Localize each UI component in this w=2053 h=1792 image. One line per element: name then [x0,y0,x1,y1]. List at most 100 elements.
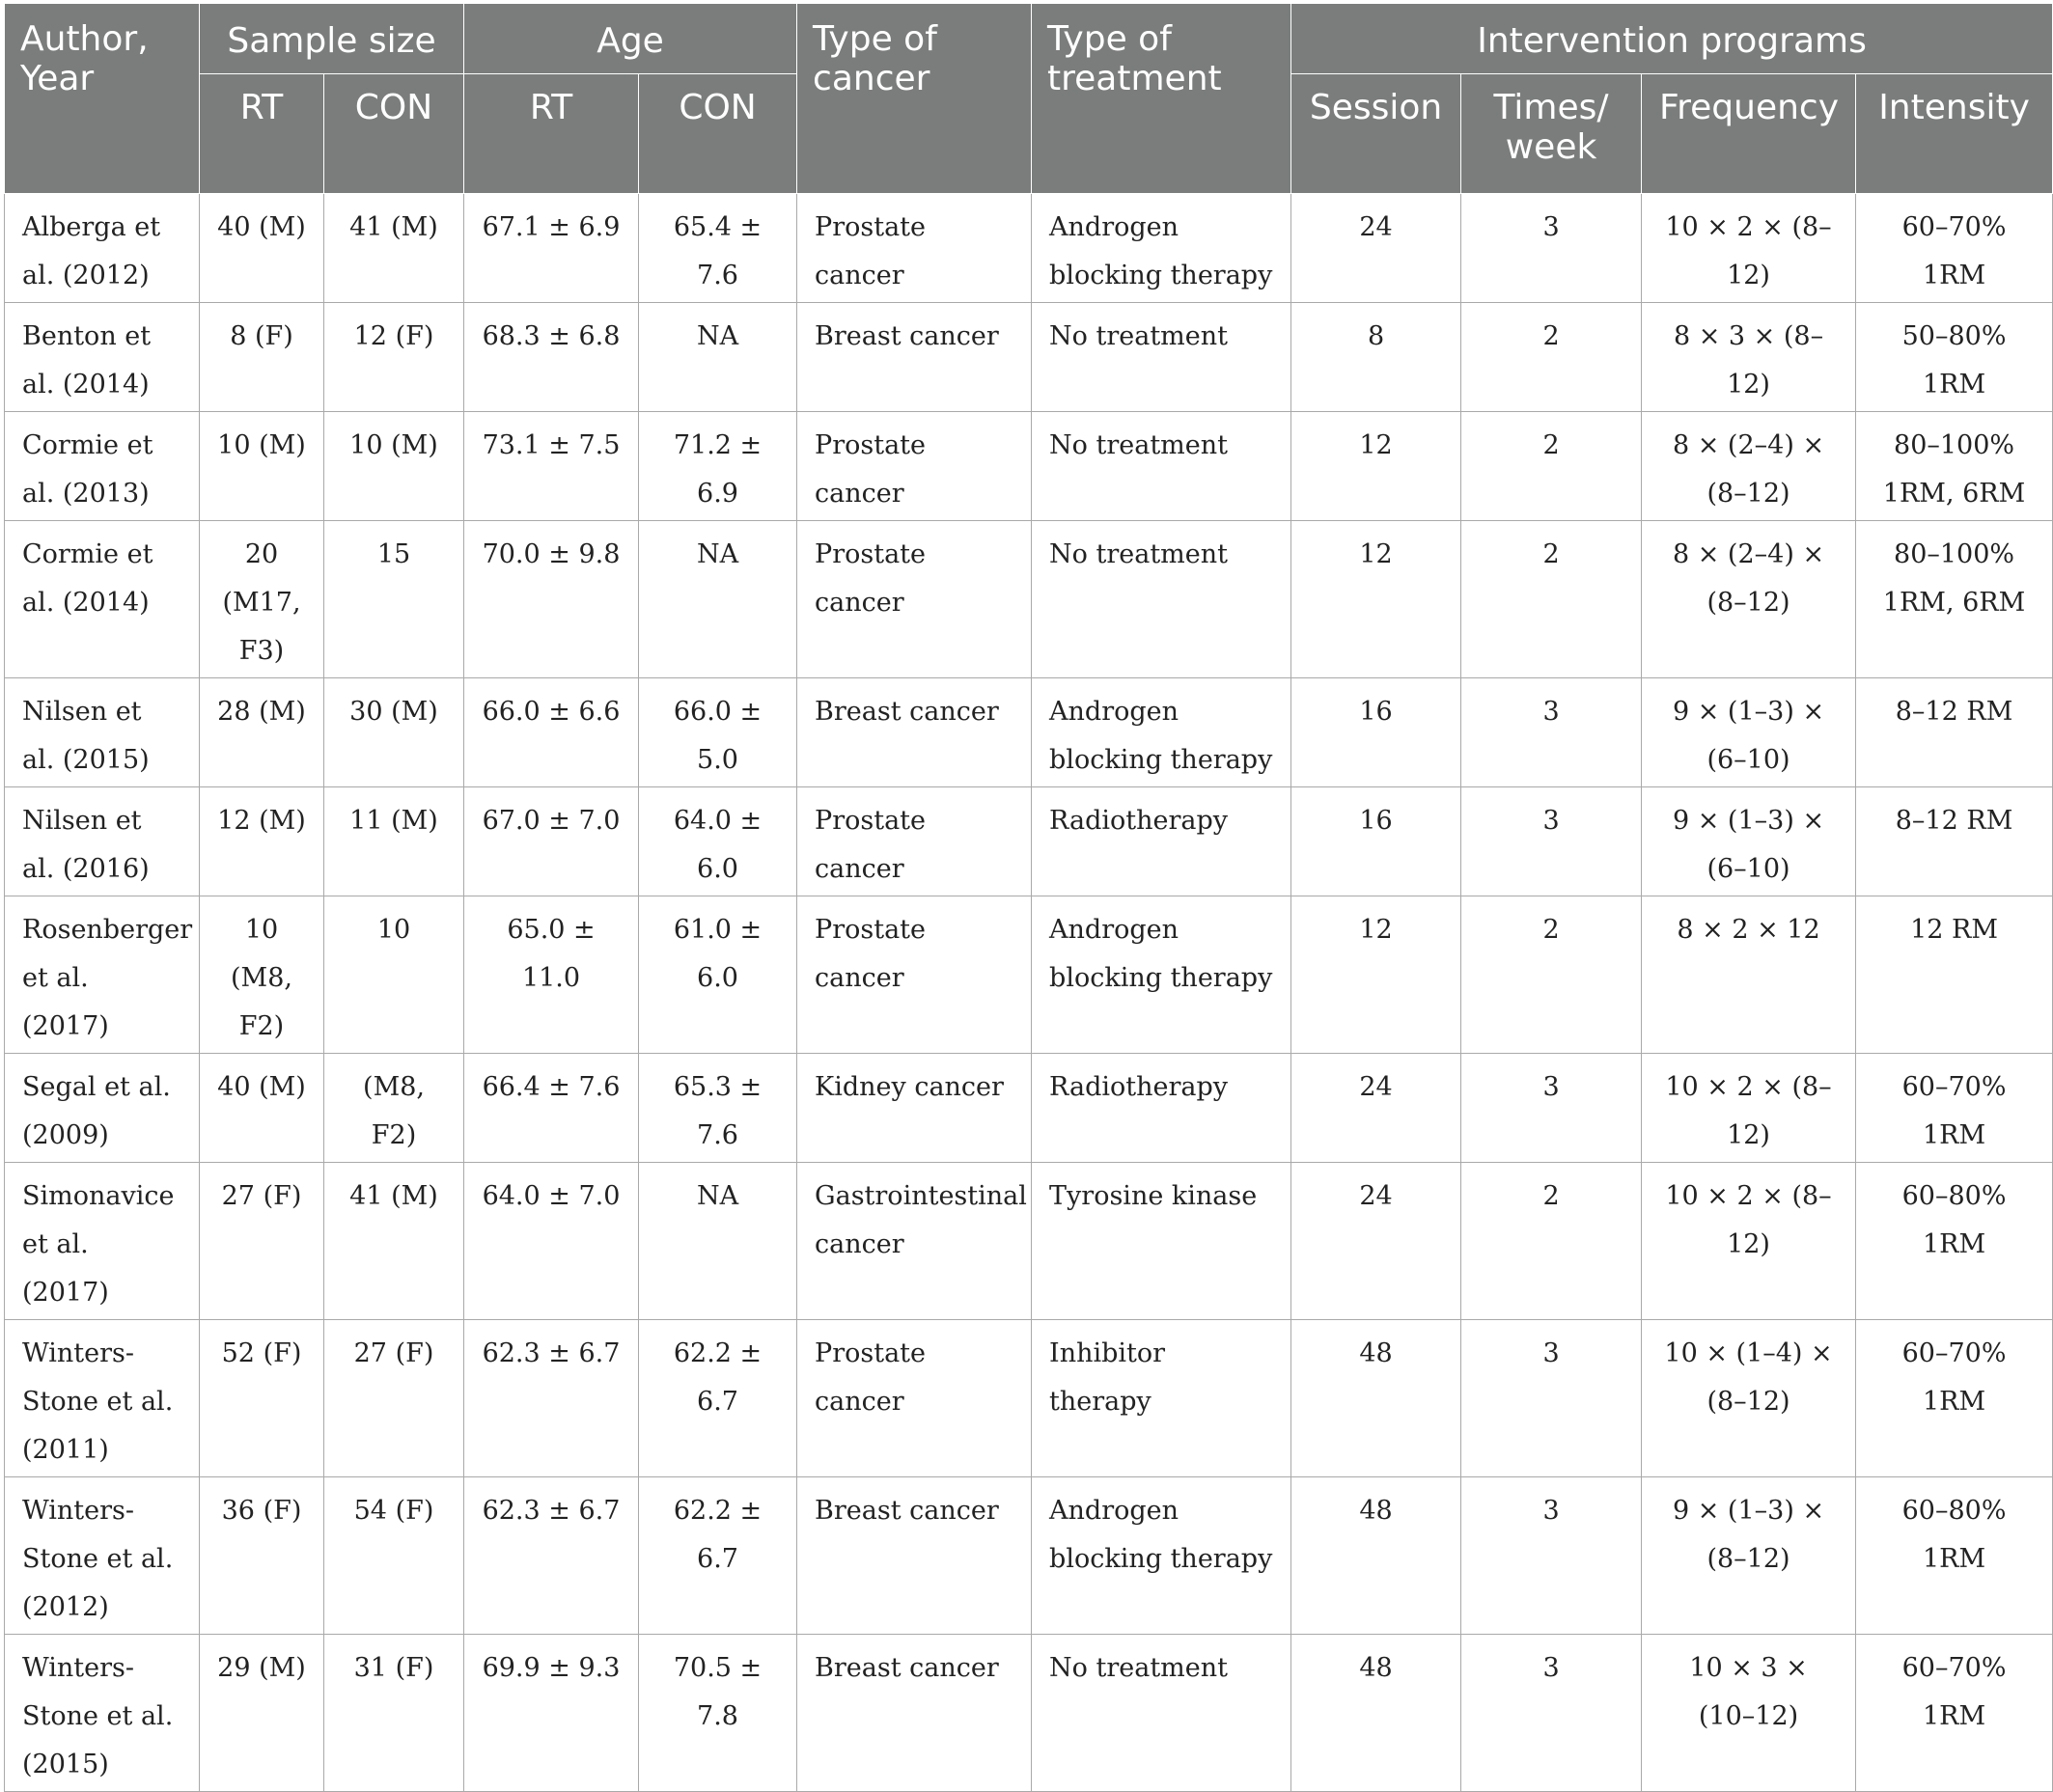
cell-age-rt: 62.3 ± 6.7 [463,1476,640,1635]
cell-type-of-treatment: Androgen blocking therapy [1031,1476,1292,1635]
cell-sample-rt: 40 (M) [199,1053,324,1163]
cell-times-week: 3 [1460,786,1643,896]
cell-age-rt: 62.3 ± 6.7 [463,1319,640,1477]
cell-sample-con: 12 (F) [322,302,465,412]
header-intensity: Intensity [1855,73,2053,194]
table-row: Winters-Stone et al. (2011) 52 (F) 27 (F) 6… [4,1319,2053,1477]
cell-type-of-cancer: Gastrointestinal cancer [796,1162,1033,1320]
cell-times-week: 2 [1460,1162,1643,1320]
cell-type-of-cancer: Prostate cancer [796,193,1033,303]
cell-type-of-cancer: Prostate cancer [796,786,1033,896]
table-row: Cormie et al. (2013) 10 (M) 10 (M) 73.1 ± 7… [4,411,2053,521]
cell-frequency: 8 × 3 × (8–12) [1641,302,1857,412]
cell-session: 12 [1290,520,1462,678]
cell-type-of-treatment: Radiotherapy [1031,786,1292,896]
cell-sample-con: 31 (F) [322,1634,465,1792]
cell-type-of-cancer: Breast cancer [796,302,1033,412]
cell-age-rt: 66.4 ± 7.6 [463,1053,640,1163]
cell-age-con: NA [638,1162,798,1320]
cell-frequency: 9 × (1–3) × (8–12) [1641,1476,1857,1635]
cell-type-of-cancer: Prostate cancer [796,1319,1033,1477]
cell-times-week: 3 [1460,1634,1643,1792]
cell-author: Simonavice et al. (2017) [4,1162,200,1320]
cell-frequency: 9 × (1–3) × (6–10) [1641,677,1857,787]
table-row: Alberga et al. (2012) 40 (M) 41 (M) 67.1 ± … [4,193,2053,303]
cell-frequency: 8 × (2–4) × (8–12) [1641,520,1857,678]
cell-type-of-cancer: Prostate cancer [796,411,1033,521]
cell-age-rt: 65.0 ± 11.0 [463,896,640,1054]
cell-sample-con: 41 (M) [322,193,465,303]
cell-times-week: 3 [1460,1319,1643,1477]
cell-session: 48 [1290,1319,1462,1477]
cell-sample-con: 27 (F) [322,1319,465,1477]
cell-age-con: 61.0 ± 6.0 [638,896,798,1054]
cell-age-rt: 73.1 ± 7.5 [463,411,640,521]
cell-intensity: 50–80% 1RM [1855,302,2053,412]
cell-intensity: 8–12 RM [1855,677,2053,787]
cell-times-week: 2 [1460,302,1643,412]
table-row: Nilsen et al. (2015) 28 (M) 30 (M) 66.0 ± 6… [4,677,2053,787]
cell-author: Winters-Stone et al. (2012) [4,1476,200,1635]
cell-age-con: 70.5 ± 7.8 [638,1634,798,1792]
header-session: Session [1290,73,1462,194]
cell-sample-con: 11 (M) [322,786,465,896]
cell-author: Cormie et al. (2014) [4,520,200,678]
table-row: Rosenberger et al. (2017) 10 (M8, F2) 10 65… [4,896,2053,1054]
cell-sample-rt: 40 (M) [199,193,324,303]
cell-type-of-cancer: Prostate cancer [796,896,1033,1054]
cell-age-rt: 68.3 ± 6.8 [463,302,640,412]
cell-author: Winters-Stone et al. (2015) [4,1634,200,1792]
table-row: Winters-Stone et al. (2012) 36 (F) 54 (F) 6… [4,1476,2053,1635]
cell-intensity: 60–70% 1RM [1855,1319,2053,1477]
cell-age-rt: 69.9 ± 9.3 [463,1634,640,1792]
table-row: Nilsen et al. (2016) 12 (M) 11 (M) 67.0 ± 7… [4,786,2053,896]
cell-sample-rt: 12 (M) [199,786,324,896]
cell-times-week: 3 [1460,1476,1643,1635]
cell-sample-con: 15 [322,520,465,678]
cell-intensity: 60–70% 1RM [1855,1053,2053,1163]
cell-age-con: 65.4 ± 7.6 [638,193,798,303]
cell-type-of-cancer: Breast cancer [796,677,1033,787]
cell-session: 48 [1290,1634,1462,1792]
cell-session: 24 [1290,193,1462,303]
cell-sample-rt: 27 (F) [199,1162,324,1320]
cell-type-of-cancer: Kidney cancer [796,1053,1033,1163]
table-body: Alberga et al. (2012) 40 (M) 41 (M) 67.1 ± … [4,193,2053,1792]
cell-times-week: 2 [1460,896,1643,1054]
cell-frequency: 8 × 2 × 12 [1641,896,1857,1054]
header-sample-rt: RT [199,73,324,194]
cell-times-week: 2 [1460,411,1643,521]
header-sample-con: CON [322,73,465,194]
cell-type-of-treatment: No treatment [1031,520,1292,678]
cell-sample-rt: 28 (M) [199,677,324,787]
cell-type-of-treatment: No treatment [1031,411,1292,521]
cell-age-rt: 66.0 ± 6.6 [463,677,640,787]
cell-author: Nilsen et al. (2015) [4,677,200,787]
cell-frequency: 10 × 3 × (10–12) [1641,1634,1857,1792]
cell-type-of-cancer: Breast cancer [796,1476,1033,1635]
cell-age-con: 66.0 ± 5.0 [638,677,798,787]
cell-type-of-treatment: Androgen blocking therapy [1031,193,1292,303]
header-age-rt: RT [463,73,640,194]
cell-sample-con: 54 (F) [322,1476,465,1635]
table-row: Segal et al. (2009) 40 (M) (M8, F2) 66.4 ± … [4,1053,2053,1163]
cell-sample-con: 30 (M) [322,677,465,787]
header-sample-size: Sample size [198,4,465,74]
cell-sample-rt: 20 (M17, F3) [199,520,324,678]
cell-type-of-treatment: Radiotherapy [1031,1053,1292,1163]
cell-sample-rt: 36 (F) [199,1476,324,1635]
cell-frequency: 10 × 2 × (8–12) [1641,1162,1857,1320]
header-author: Author, Year [4,4,200,194]
cell-session: 16 [1290,677,1462,787]
cell-type-of-treatment: Tyrosine kinase [1031,1162,1292,1320]
cell-sample-con: (M8, F2) [322,1053,465,1163]
header-intervention-programs: Intervention programs [1290,4,2053,74]
cell-author: Nilsen et al. (2016) [4,786,200,896]
cell-session: 48 [1290,1476,1462,1635]
cell-type-of-cancer: Prostate cancer [796,520,1033,678]
cell-times-week: 3 [1460,1053,1643,1163]
cell-type-of-cancer: Breast cancer [796,1634,1033,1792]
table-header: Author, Year Sample size Age Type of can… [4,4,2053,194]
cell-frequency: 8 × (2–4) × (8–12) [1641,411,1857,521]
cell-intensity: 8–12 RM [1855,786,2053,896]
